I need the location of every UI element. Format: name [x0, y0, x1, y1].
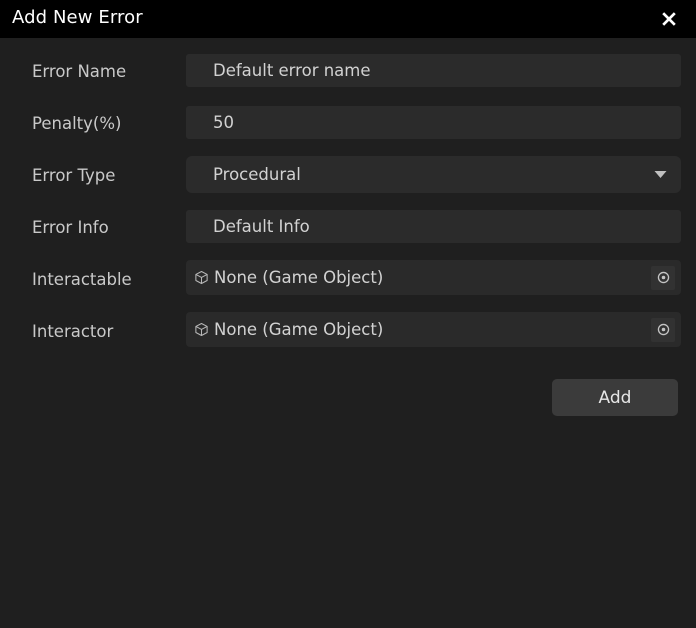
form-row-interactable: Interactable None (Game Object) — [0, 253, 696, 305]
error-type-dropdown[interactable]: Procedural — [186, 156, 681, 193]
label-interactable: Interactable — [32, 269, 132, 289]
label-error-name: Error Name — [32, 61, 127, 81]
interactable-object-value: None (Game Object) — [214, 268, 384, 287]
page-title: Add New Error — [12, 7, 143, 28]
chevron-down-icon — [649, 164, 671, 186]
label-error-type: Error Type — [32, 165, 116, 185]
form-row-error-type: Error Type Procedural — [0, 149, 696, 201]
interactor-object-value: None (Game Object) — [214, 320, 384, 339]
error-name-value: Default error name — [213, 61, 371, 80]
error-type-value: Procedural — [213, 165, 301, 184]
label-error-info: Error Info — [32, 217, 109, 237]
penalty-value: 50 — [213, 113, 234, 132]
penalty-input[interactable]: 50 — [186, 106, 681, 139]
interactable-object-field[interactable]: None (Game Object) — [186, 260, 681, 295]
dialog-titlebar: Add New Error — [0, 0, 696, 38]
object-picker-icon[interactable] — [651, 317, 675, 342]
error-info-value: Default Info — [213, 217, 310, 236]
cube-icon — [193, 269, 210, 286]
cube-icon — [193, 321, 210, 338]
form-row-error-name: Error Name Default error name — [0, 45, 696, 97]
label-penalty: Penalty(%) — [32, 113, 122, 133]
form-row-interactor: Interactor None (Game Object) — [0, 305, 696, 357]
add-button[interactable]: Add — [552, 379, 678, 416]
close-icon — [659, 9, 679, 29]
label-interactor: Interactor — [32, 321, 114, 341]
error-name-input[interactable]: Default error name — [186, 54, 681, 87]
form-row-error-info: Error Info Default Info — [0, 201, 696, 253]
object-picker-icon[interactable] — [651, 265, 675, 290]
error-info-input[interactable]: Default Info — [186, 210, 681, 243]
close-button[interactable] — [656, 6, 682, 32]
dialog-body: Error Name Default error name Penalty(%)… — [0, 38, 696, 628]
interactor-object-field[interactable]: None (Game Object) — [186, 312, 681, 347]
form-row-penalty: Penalty(%) 50 — [0, 97, 696, 149]
